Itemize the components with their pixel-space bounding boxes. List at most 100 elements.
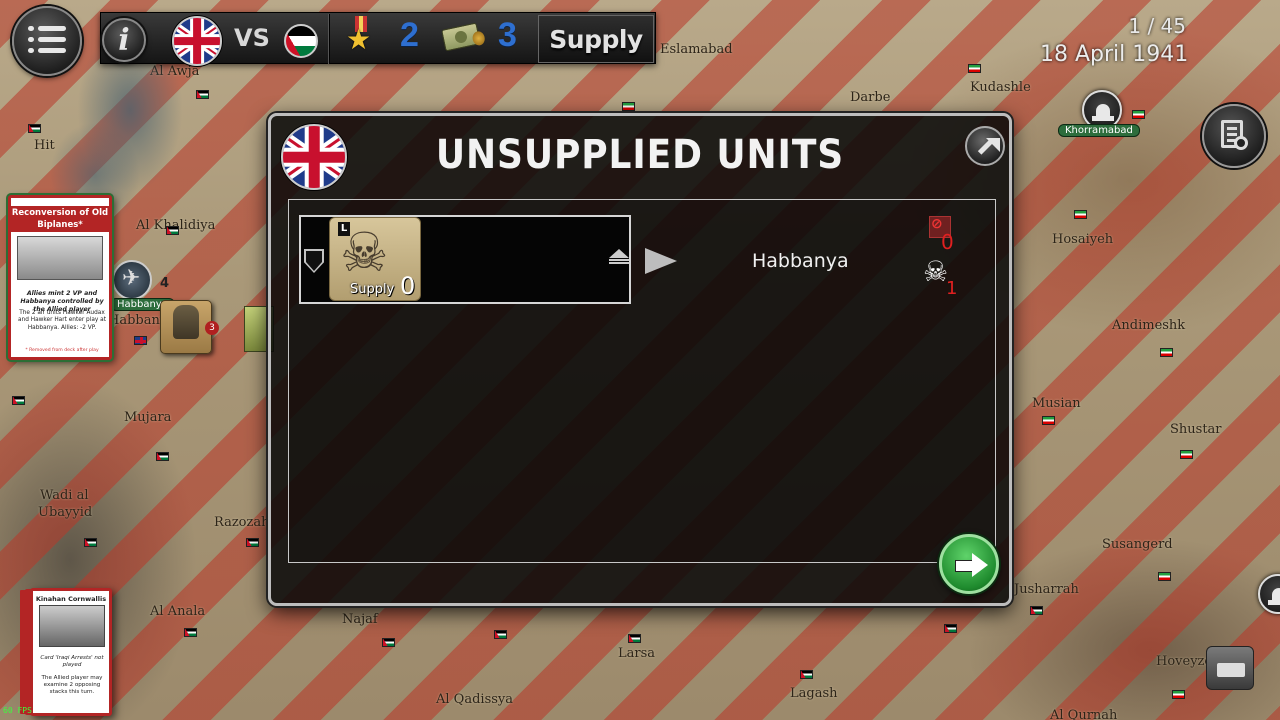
event-card-title: Reconversion of Old Biplanes* xyxy=(11,206,109,232)
jordan-flag-icon xyxy=(382,638,395,647)
hand-card-condition: Card 'Iraqi Arrests' not played xyxy=(40,655,104,668)
unit-strength: 0 xyxy=(400,272,416,300)
jordan-flag-icon xyxy=(494,630,507,639)
place-name: Hoveyzeh xyxy=(1156,654,1221,669)
unsupplied-units-dialog: UNSUPPLIED UNITS ☠ L Supply 0 Habbanya ⊘… xyxy=(268,113,1012,606)
arrow-right-icon xyxy=(955,553,989,577)
versus-label: VS xyxy=(234,24,270,52)
city-label-khorramabad: Khorramabad xyxy=(1058,124,1140,137)
uk-flag-icon xyxy=(172,16,222,66)
iran-flag-icon xyxy=(1074,210,1087,219)
city-label-habbanya: Habbanya xyxy=(110,298,175,311)
jordan-flag-icon xyxy=(628,634,641,643)
jordan-flag-icon xyxy=(166,226,179,235)
menu-icon xyxy=(28,26,66,56)
no-supply-value: 0 xyxy=(941,230,954,254)
place-name: Musian xyxy=(1032,396,1081,411)
exchange-icon[interactable] xyxy=(1206,646,1254,690)
info-button[interactable]: i xyxy=(102,18,146,62)
mountain-terrain-icon xyxy=(609,249,629,263)
jordan-flag-icon xyxy=(12,396,25,405)
victory-star-icon: ★ xyxy=(346,23,372,56)
place-name: Al Qadissya xyxy=(436,692,514,707)
hand-card-title: Kinahan Cornwallis xyxy=(35,595,107,603)
place-name: Darbe xyxy=(850,90,891,105)
uk-flag-icon xyxy=(134,336,147,345)
jordan-flag-icon xyxy=(28,124,41,133)
city-icon[interactable] xyxy=(1258,574,1280,614)
arrow-right-icon xyxy=(645,248,677,274)
air-unit-token[interactable] xyxy=(112,260,152,300)
jordan-flag-icon xyxy=(800,670,813,679)
place-name: Eslamabad xyxy=(660,42,733,57)
place-name: Ubayyid xyxy=(38,505,93,520)
place-name: Susangerd xyxy=(1102,537,1173,552)
event-card[interactable]: Reconversion of Old Biplanes* Allies min… xyxy=(8,195,112,360)
info-icon: i xyxy=(118,22,130,58)
iran-flag-icon xyxy=(1180,450,1193,459)
iran-flag-icon xyxy=(1042,416,1055,425)
iran-flag-icon xyxy=(1172,690,1185,699)
next-button[interactable] xyxy=(939,534,999,594)
leader-unit-token[interactable]: 3 xyxy=(160,300,219,354)
supply-points-value: 3 xyxy=(498,16,517,54)
attrition-value: 1 xyxy=(946,278,958,299)
place-name: Hosaiyeh xyxy=(1052,232,1114,247)
unit-row[interactable]: ☠ L Supply 0 xyxy=(299,215,631,304)
place-name: Al Khalidiya xyxy=(136,218,216,233)
report-button[interactable] xyxy=(1202,104,1266,168)
jordan-flag-icon xyxy=(944,624,957,633)
event-card-note: * Removed from deck after play xyxy=(25,348,99,353)
place-name: Al Qurnah xyxy=(1050,708,1118,720)
skull-icon: ☠ xyxy=(923,255,949,288)
jordan-flag-icon xyxy=(284,24,318,58)
unit-counter[interactable]: ☠ L Supply 0 xyxy=(329,217,421,301)
place-name: Razozah xyxy=(214,515,270,530)
city-value-habbanya: 4 xyxy=(160,276,170,291)
portrait-photo xyxy=(39,605,105,647)
magnifier-icon xyxy=(1234,136,1248,150)
place-name: Al Awja xyxy=(150,64,200,79)
jordan-flag-icon xyxy=(184,628,197,637)
unit-list-panel: ☠ L Supply 0 Habbanya ⊘ 0 ☠ 1 xyxy=(288,199,996,563)
place-name: Andimeshk xyxy=(1112,318,1186,333)
fps-counter: 60 FPS xyxy=(3,706,32,715)
iran-flag-icon xyxy=(968,64,981,73)
unit-label: Supply xyxy=(350,282,395,297)
dialog-title: UNSUPPLIED UNITS xyxy=(435,132,845,178)
turn-counter: 1 / 45 xyxy=(1128,14,1186,38)
place-name: Shustar xyxy=(1170,422,1222,437)
jordan-flag-icon xyxy=(84,538,97,547)
place-name: Al Anala xyxy=(150,604,206,619)
place-name: Jusharrah xyxy=(1014,582,1079,597)
iran-flag-icon xyxy=(1160,348,1173,357)
unit-badge: 3 xyxy=(205,321,219,335)
iran-flag-icon xyxy=(1158,572,1171,581)
place-name: Wadi al xyxy=(40,488,89,503)
biplane-photo xyxy=(17,236,103,280)
victory-points-value: 2 xyxy=(400,16,419,54)
place-name: Hit xyxy=(34,138,55,153)
iran-flag-icon xyxy=(622,102,635,111)
place-name: Habbanya xyxy=(108,313,175,328)
jordan-flag-icon xyxy=(196,90,209,99)
divider xyxy=(328,14,330,64)
main-menu-button[interactable] xyxy=(12,6,82,76)
place-name: Najaf xyxy=(342,612,378,627)
city-khorramabad-icon[interactable] xyxy=(1082,90,1122,130)
place-name: Kudashle xyxy=(970,80,1031,95)
place-name: Mujara xyxy=(124,410,172,425)
phase-button[interactable]: Supply xyxy=(538,15,654,63)
shield-icon xyxy=(304,249,324,273)
unit-location: Habbanya xyxy=(752,250,849,272)
iran-flag-icon xyxy=(1132,110,1145,119)
expand-arrow-icon[interactable] xyxy=(965,126,1005,166)
hand-card[interactable]: Kinahan Cornwallis Card 'Iraqi Arrests' … xyxy=(30,588,112,716)
hand-card-effect: The Allied player may examine 2 opposing… xyxy=(41,675,103,695)
unit-type-marker: L xyxy=(338,222,350,236)
jordan-flag-icon xyxy=(1030,606,1043,615)
jordan-flag-icon xyxy=(156,452,169,461)
place-name: Larsa xyxy=(618,646,656,661)
jordan-flag-icon xyxy=(246,538,259,547)
portrait-icon xyxy=(173,305,199,339)
